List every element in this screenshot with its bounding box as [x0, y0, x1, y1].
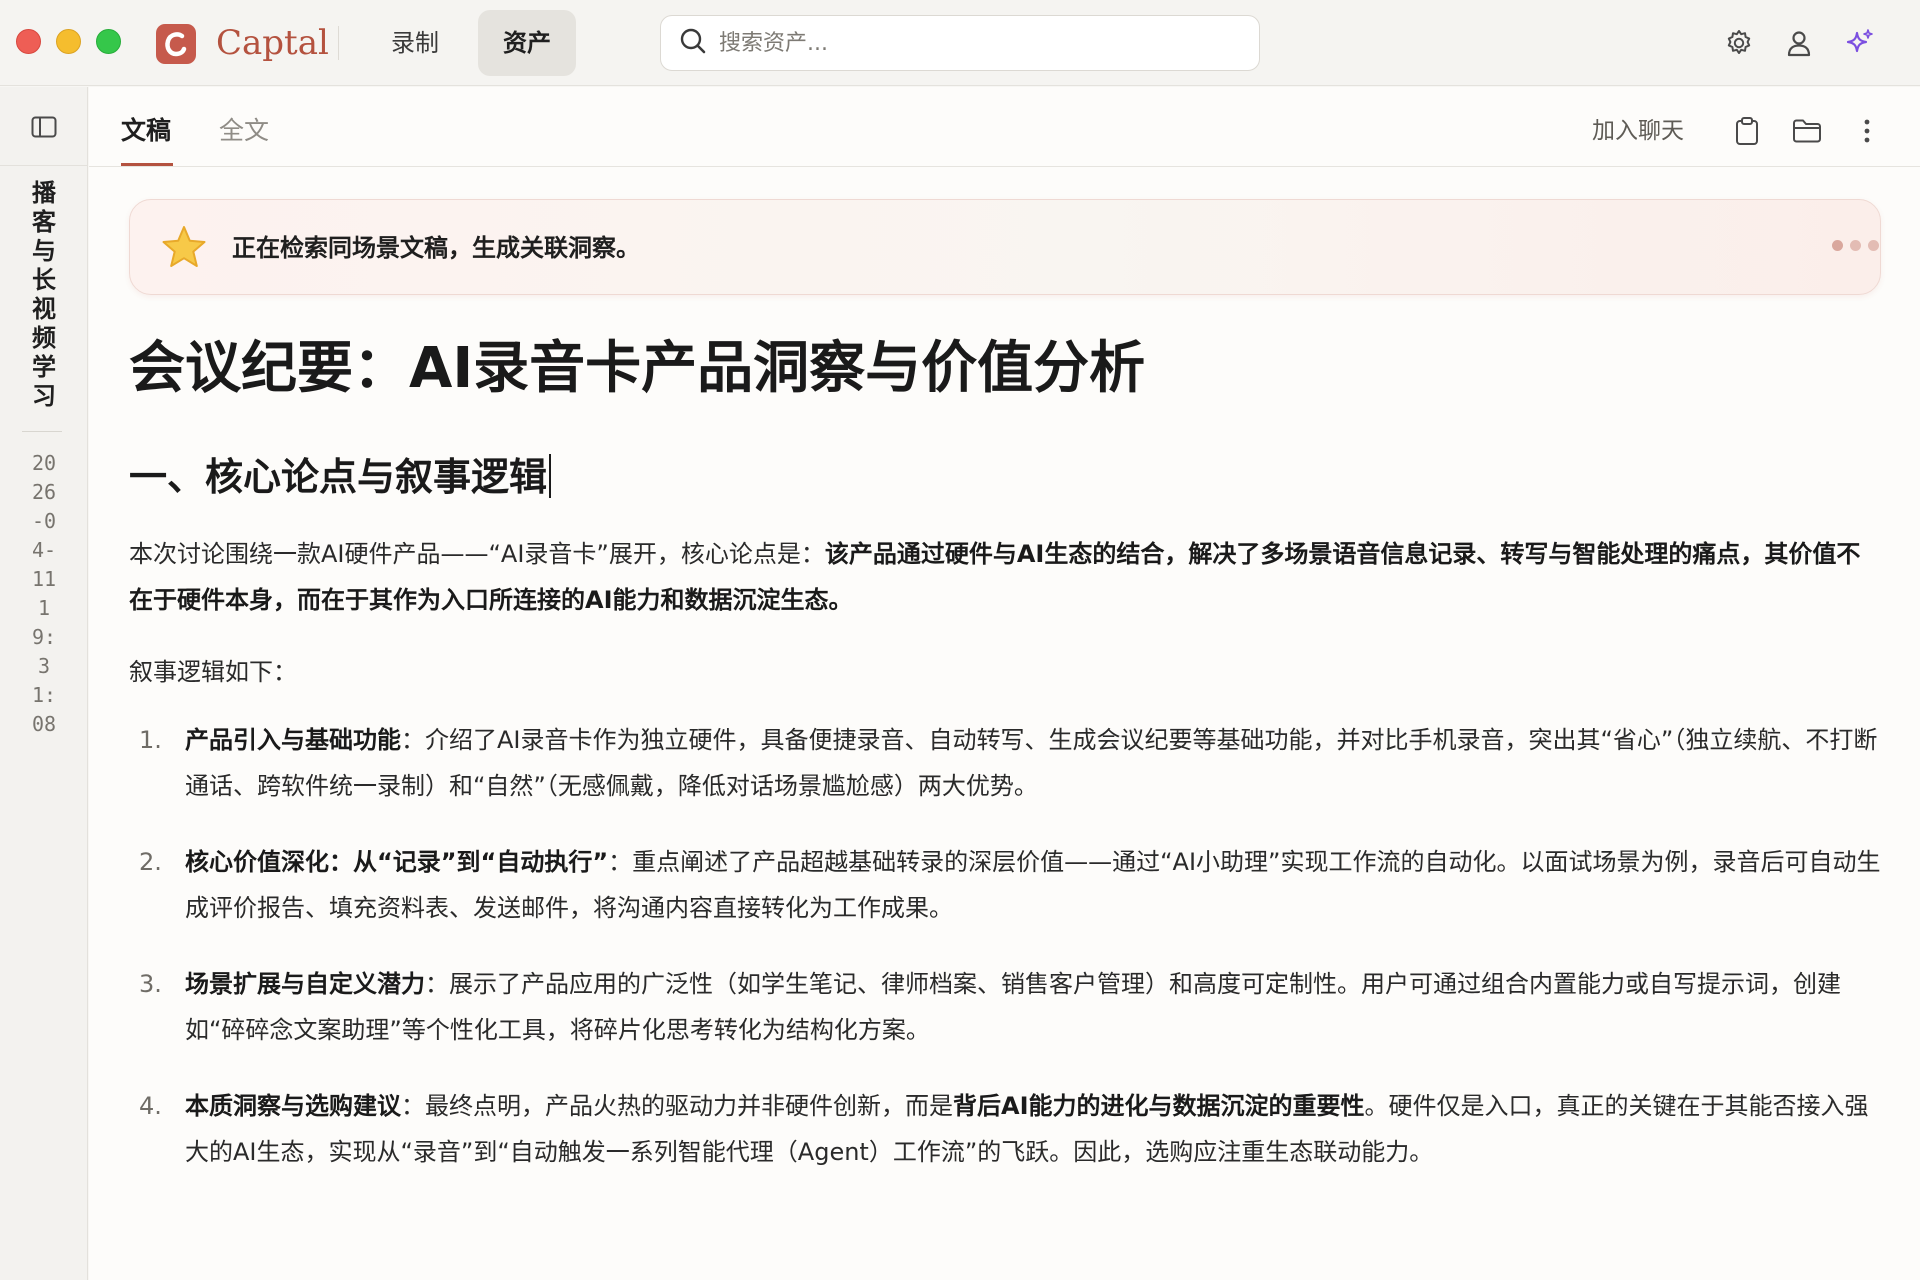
search-icon	[679, 27, 707, 59]
sparkle-icon[interactable]	[1840, 24, 1878, 62]
loading-dot	[1868, 240, 1879, 251]
list-number: 1.	[139, 726, 162, 754]
list-item-bold-inline: 背后AI能力的进化与数据沉淀的重要性	[953, 1092, 1365, 1120]
intro-prefix: 本次讨论围绕一款AI硬件产品——“AI录音卡”展开，核心论点是：	[129, 540, 825, 568]
tab-fulltext[interactable]: 全文	[219, 109, 269, 153]
narrative-label: 叙事逻辑如下：	[129, 658, 297, 686]
more-icon[interactable]	[1849, 113, 1885, 149]
rail-divider	[0, 165, 88, 166]
document-title: 会议纪要：AI录音卡产品洞察与价值分析	[129, 336, 1146, 401]
app-logo-icon	[156, 24, 196, 64]
tab-draft[interactable]: 文稿	[121, 109, 171, 153]
list-item: 4. 本质洞察与选购建议：最终点明，产品火热的驱动力并非硬件创新，而是背后AI能…	[129, 1083, 1881, 1175]
list-item: 2. 核心价值深化：从“记录”到“自动执行”：重点阐述了产品超越基础转录的深层价…	[129, 839, 1881, 931]
clipboard-icon[interactable]	[1729, 113, 1765, 149]
rail-separator	[22, 431, 62, 432]
list-number: 4.	[139, 1092, 162, 1120]
loading-dot	[1850, 240, 1861, 251]
list-item: 1. 产品引入与基础功能：介绍了AI录音卡作为独立硬件，具备便捷录音、自动转写、…	[129, 717, 1881, 809]
list-number: 3.	[139, 970, 162, 998]
narrative-list: 1. 产品引入与基础功能：介绍了AI录音卡作为独立硬件，具备便捷录音、自动转写、…	[129, 717, 1881, 1175]
list-item-bold: 场景扩展与自定义潜力	[185, 970, 425, 998]
section-heading-text: 一、核心论点与叙事逻辑	[129, 455, 548, 499]
settings-icon[interactable]	[1720, 24, 1758, 62]
document-body[interactable]: 会议纪要：AI录音卡产品洞察与价值分析 一、核心论点与叙事逻辑 本次讨论围绕一款…	[129, 327, 1881, 1205]
list-item-bold: 产品引入与基础功能	[185, 726, 401, 754]
titlebar-divider	[338, 26, 339, 60]
window-minimize-button[interactable]	[56, 29, 81, 54]
join-chat-button[interactable]: 加入聊天	[1592, 109, 1684, 153]
nav-assets-button[interactable]: 资产	[478, 10, 576, 76]
user-icon[interactable]	[1780, 24, 1818, 62]
section-heading: 一、核心论点与叙事逻辑	[129, 449, 1881, 505]
list-item-bold: 本质洞察与选购建议	[185, 1092, 401, 1120]
window-close-button[interactable]	[16, 29, 41, 54]
nav-record-button[interactable]: 录制	[372, 10, 458, 76]
list-number: 2.	[139, 848, 162, 876]
list-item: 3. 场景扩展与自定义潜力：展示了产品应用的广泛性（如学生笔记、律师档案、销售客…	[129, 961, 1881, 1053]
intro-paragraph: 本次讨论围绕一款AI硬件产品——“AI录音卡”展开，核心论点是：该产品通过硬件与…	[129, 531, 1881, 623]
loading-dots	[1832, 240, 1879, 251]
active-tab-indicator	[121, 163, 173, 166]
list-item-text: ：最终点明，产品火热的驱动力并非硬件创新，而是	[401, 1092, 953, 1120]
tabs-bar: 文稿 全文 加入聊天	[89, 87, 1920, 167]
left-rail: 播客与长视频学习 2026-04-11 19:31:08	[0, 87, 88, 1280]
folder-icon[interactable]	[1789, 113, 1825, 149]
window-zoom-button[interactable]	[96, 29, 121, 54]
list-item-text: ：介绍了AI录音卡作为独立硬件，具备便捷录音、自动转写、生成会议纪要等基础功能，…	[185, 726, 1878, 800]
title-bar: Captal 录制 资产	[0, 0, 1920, 86]
loading-dot	[1832, 240, 1843, 251]
search-input[interactable]	[719, 30, 1239, 56]
asset-datetime-vertical: 2026-04-11 19:31:08	[31, 451, 57, 736]
main-content: 文稿 全文 加入聊天 正在检索同场景文稿，生成关联洞察。 会议纪要：AI录音卡产…	[89, 87, 1920, 1280]
search-box[interactable]	[660, 15, 1260, 71]
asset-title-vertical: 播客与长视频学习	[32, 179, 56, 410]
banner-status-text: 正在检索同场景文稿，生成关联洞察。	[232, 234, 640, 262]
list-item-text: ：展示了产品应用的广泛性（如学生笔记、律师档案、销售客户管理）和高度可定制性。用…	[185, 970, 1841, 1044]
star-icon	[158, 222, 210, 274]
sidebar-toggle-icon[interactable]	[24, 109, 64, 145]
list-item-bold: 核心价值深化：从“记录”到“自动执行”	[185, 848, 609, 876]
text-cursor	[549, 454, 552, 498]
app-name: Captal	[216, 23, 329, 63]
insight-status-banner: 正在检索同场景文稿，生成关联洞察。	[129, 199, 1881, 295]
